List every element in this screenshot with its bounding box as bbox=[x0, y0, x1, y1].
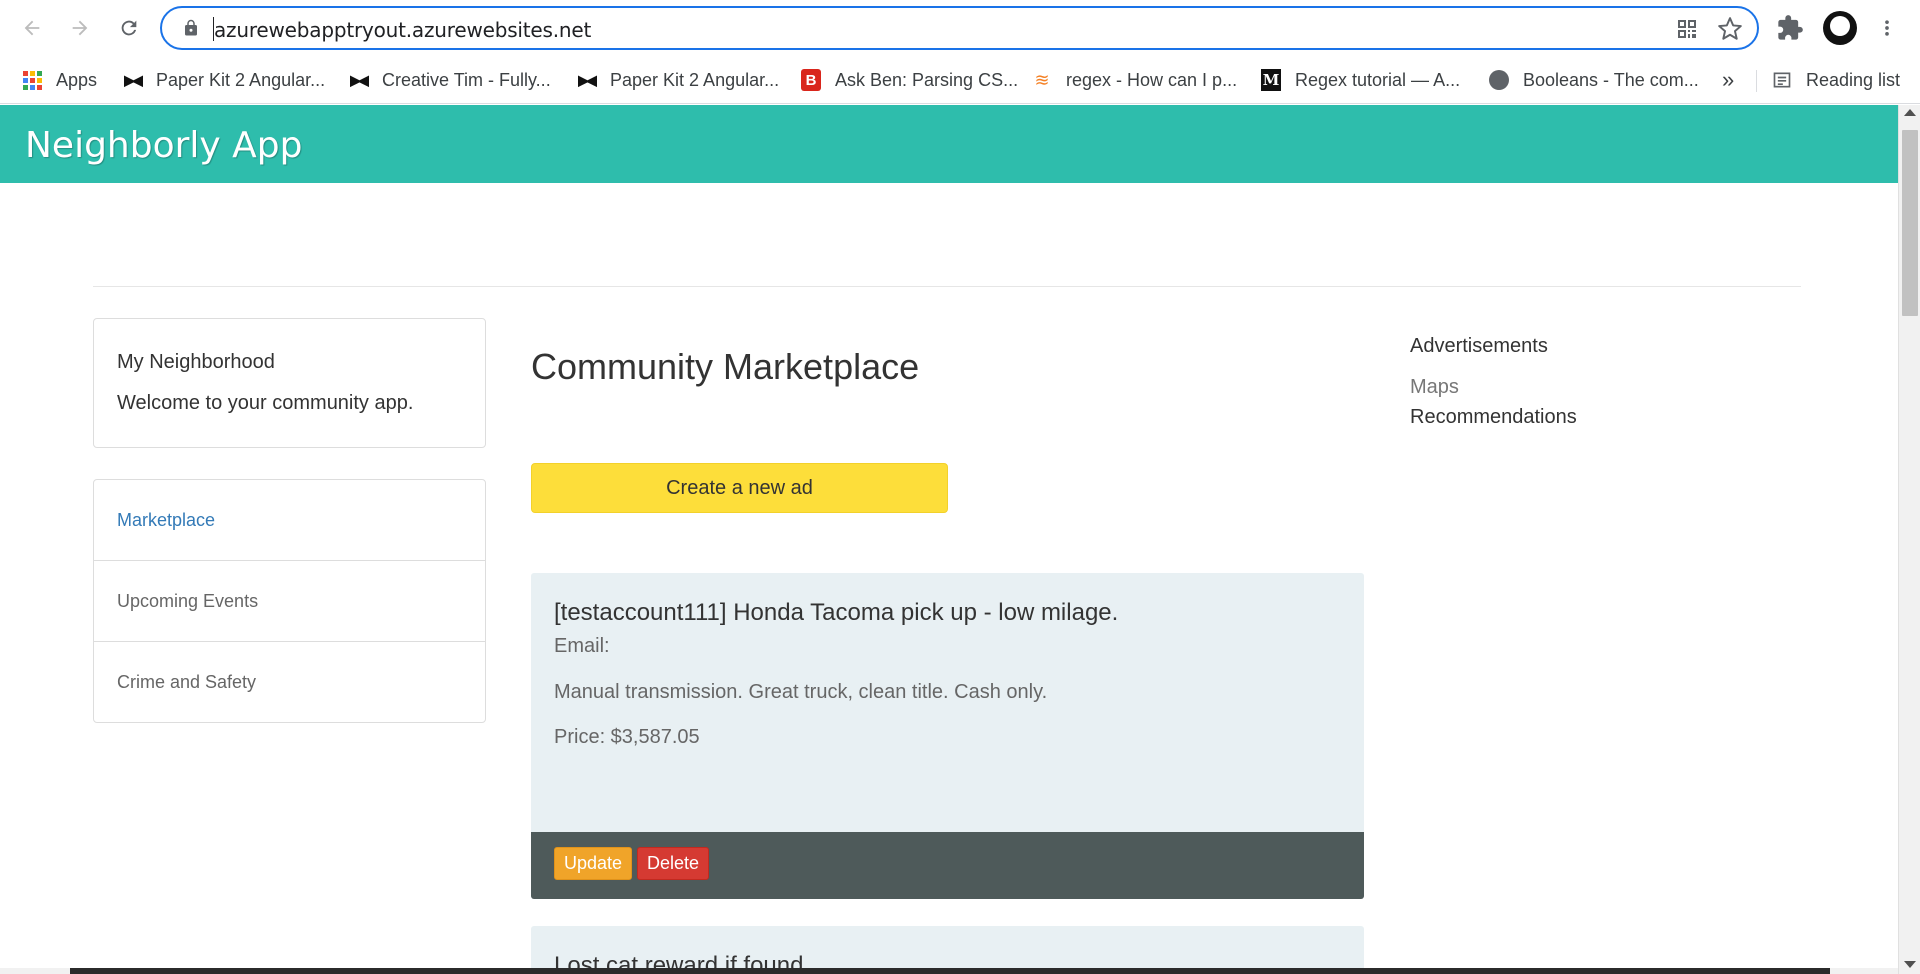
bookmark-item[interactable]: B Ask Ben: Parsing CS... bbox=[801, 65, 1018, 95]
qr-code-icon[interactable] bbox=[1675, 17, 1699, 41]
reading-list-icon bbox=[1772, 70, 1792, 90]
reload-icon[interactable] bbox=[112, 11, 146, 45]
page-viewport: Neighborly App My Neighborhood Welcome t… bbox=[0, 105, 1898, 974]
back-arrow-icon[interactable] bbox=[15, 11, 49, 45]
ad-description: Manual transmission. Great truck, clean … bbox=[554, 681, 1048, 703]
bookmark-label: Paper Kit 2 Angular... bbox=[610, 69, 780, 90]
maps-link[interactable]: Maps bbox=[1410, 376, 1459, 399]
delete-button[interactable]: Delete bbox=[637, 847, 710, 880]
globe-icon bbox=[1489, 70, 1509, 90]
profile-avatar[interactable] bbox=[1823, 11, 1857, 45]
bookmark-star-icon[interactable] bbox=[1717, 16, 1743, 42]
stackoverflow-icon: ≋ bbox=[1034, 69, 1050, 90]
bookmark-label: Apps bbox=[56, 69, 98, 90]
bowtie-icon: ▶◀ bbox=[350, 71, 369, 88]
bookmark-label: regex - How can I p... bbox=[1066, 69, 1238, 90]
bookmark-label: Paper Kit 2 Angular... bbox=[156, 69, 326, 90]
bookmark-item[interactable]: ▶◀ Creative Tim - Fully... bbox=[348, 65, 551, 95]
app-title[interactable]: Neighborly App bbox=[25, 125, 303, 166]
ad-actions: Update Delete bbox=[531, 832, 1364, 899]
divider bbox=[93, 286, 1801, 287]
url-text[interactable]: azurewebapptryout.azurewebsites.net bbox=[214, 18, 591, 42]
ad-title: [testaccount111] Honda Tacoma pick up - … bbox=[554, 599, 1119, 626]
more-bookmarks-chevron-icon[interactable]: » bbox=[1722, 67, 1734, 93]
address-bar[interactable]: azurewebapptryout.azurewebsites.net bbox=[160, 6, 1759, 50]
vertical-scrollbar[interactable] bbox=[1898, 105, 1920, 974]
bookmark-item[interactable]: Booleans - The com... bbox=[1489, 65, 1699, 95]
bookmarks-divider bbox=[1756, 70, 1757, 92]
bowtie-icon: ▶◀ bbox=[124, 71, 143, 88]
b-logo-icon: B bbox=[801, 69, 821, 91]
update-button[interactable]: Update bbox=[554, 847, 633, 880]
bookmark-item[interactable]: M Regex tutorial — A... bbox=[1261, 65, 1460, 95]
panel-text: Welcome to your community app. bbox=[117, 392, 414, 414]
page-title: Community Marketplace bbox=[531, 346, 920, 387]
bookmark-label: Regex tutorial — A... bbox=[1295, 69, 1461, 90]
bookmark-item[interactable]: ▶◀ Paper Kit 2 Angular... bbox=[122, 65, 325, 95]
horizontal-scrollbar[interactable] bbox=[0, 968, 1898, 974]
lock-icon[interactable] bbox=[182, 19, 200, 37]
reading-list-button[interactable]: Reading list bbox=[1772, 65, 1900, 95]
bookmark-label: Booleans - The com... bbox=[1523, 69, 1699, 90]
bookmark-item[interactable]: ≋ regex - How can I p... bbox=[1032, 65, 1237, 95]
ad-card: [testaccount111] Honda Tacoma pick up - … bbox=[531, 573, 1364, 899]
neighborhood-panel: My Neighborhood Welcome to your communit… bbox=[93, 318, 486, 448]
bookmark-label: Creative Tim - Fully... bbox=[382, 69, 551, 90]
bookmark-item[interactable]: ▶◀ Paper Kit 2 Angular... bbox=[576, 65, 779, 95]
nav-item-crime-and-safety[interactable]: Crime and Safety bbox=[94, 642, 485, 723]
bookmark-apps[interactable]: Apps bbox=[22, 65, 97, 95]
nav-item-upcoming-events[interactable]: Upcoming Events bbox=[94, 561, 485, 642]
advertisements-heading: Advertisements bbox=[1410, 335, 1548, 357]
extensions-puzzle-icon[interactable] bbox=[1776, 14, 1804, 42]
bowtie-icon: ▶◀ bbox=[578, 71, 597, 88]
scroll-down-arrow-icon[interactable] bbox=[1904, 961, 1916, 968]
create-ad-button[interactable]: Create a new ad bbox=[531, 463, 948, 513]
recommendations-link[interactable]: Recommendations bbox=[1410, 406, 1577, 429]
scroll-up-arrow-icon[interactable] bbox=[1904, 109, 1916, 116]
reading-list-label: Reading list bbox=[1806, 69, 1901, 90]
more-vertical-icon[interactable] bbox=[1877, 14, 1897, 42]
side-nav: Marketplace Upcoming Events Crime and Sa… bbox=[93, 479, 486, 723]
panel-title: My Neighborhood bbox=[117, 351, 275, 373]
medium-icon: M bbox=[1261, 69, 1281, 91]
apps-grid-icon bbox=[22, 70, 42, 90]
bookmarks-bar: Apps ▶◀ Paper Kit 2 Angular... ▶◀ Creati… bbox=[0, 56, 1920, 104]
bookmark-label: Ask Ben: Parsing CS... bbox=[835, 69, 1019, 90]
ad-price: Price: $3,587.05 bbox=[554, 726, 700, 748]
ad-card: Lost cat reward if found bbox=[531, 926, 1364, 974]
forward-arrow-icon[interactable] bbox=[63, 11, 97, 45]
app-header: Neighborly App bbox=[0, 105, 1898, 183]
nav-item-marketplace[interactable]: Marketplace bbox=[94, 480, 485, 561]
scrollbar-thumb[interactable] bbox=[1902, 130, 1918, 316]
browser-toolbar: azurewebapptryout.azurewebsites.net bbox=[0, 0, 1920, 56]
ad-email: Email: bbox=[554, 635, 610, 657]
horizontal-scrollbar-thumb[interactable] bbox=[70, 968, 1830, 974]
